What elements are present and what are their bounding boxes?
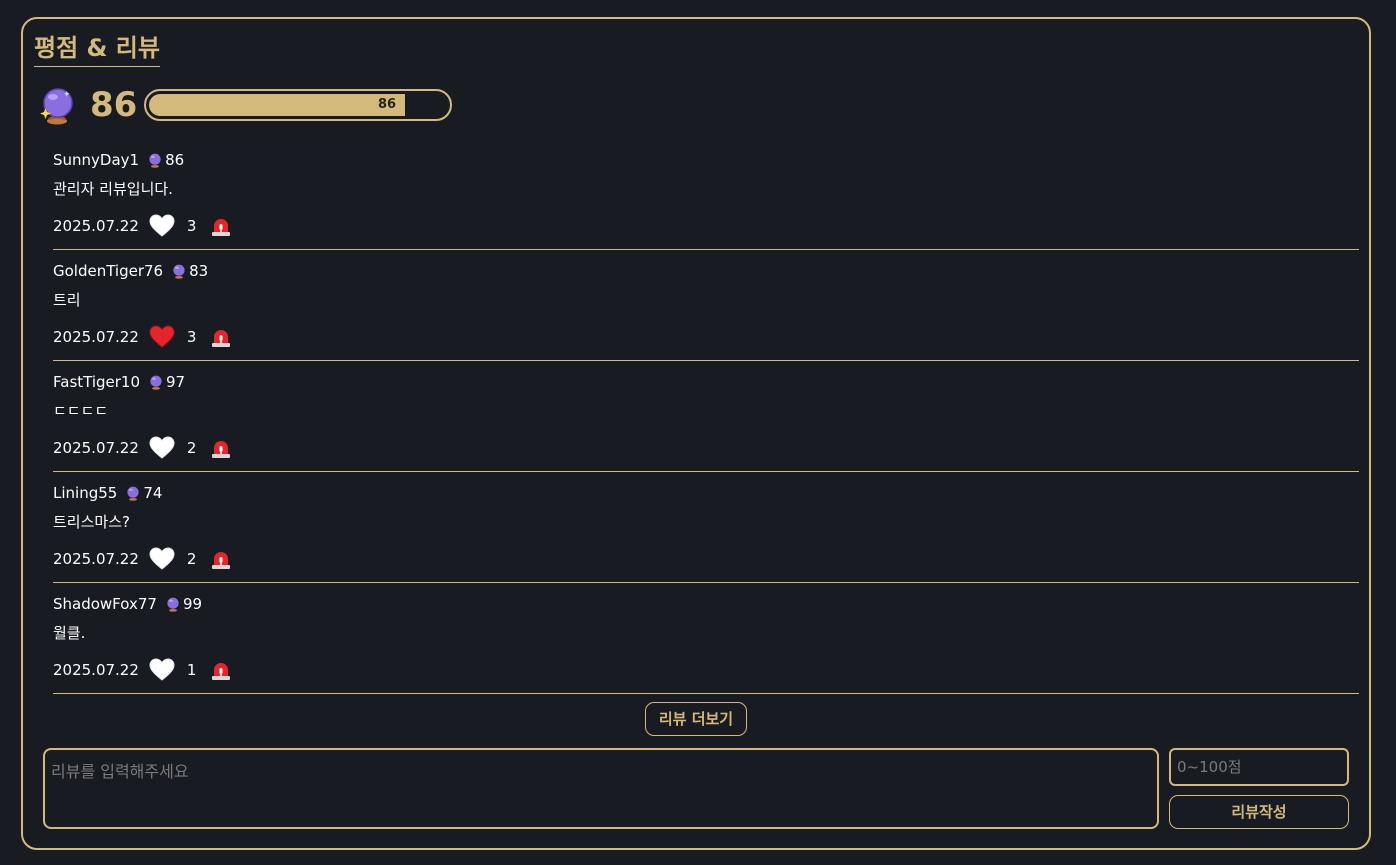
review-text: ㄷㄷㄷㄷ (53, 402, 109, 420)
review-username: Lining55 (53, 484, 118, 502)
review-username: FastTiger10 (53, 373, 141, 391)
like-count: 3 (186, 328, 197, 346)
review-footer: 2025.07.22 3 (53, 212, 232, 240)
score-input[interactable] (1169, 748, 1349, 786)
review-footer: 2025.07.22 2 (53, 434, 232, 462)
heart-icon[interactable] (149, 547, 175, 571)
like-count: 3 (186, 217, 197, 235)
like-count: 2 (186, 439, 197, 457)
crystal-ball-icon (150, 375, 162, 390)
review-score: 83 (189, 262, 209, 280)
report-siren-icon[interactable] (210, 437, 232, 459)
review-username: SunnyDay1 (53, 151, 140, 169)
review-list: SunnyDay1 86 관리자 리뷰입니다. 2025.07.22 3 Gol… (53, 139, 1359, 694)
score-progress-fill (149, 94, 405, 116)
report-siren-icon[interactable] (210, 215, 232, 237)
review-item: SunnyDay1 86 관리자 리뷰입니다. 2025.07.22 3 (53, 139, 1359, 250)
review-header: GoldenTiger76 83 (53, 259, 208, 283)
review-text: 관리자 리뷰입니다. (53, 180, 173, 198)
report-siren-icon[interactable] (210, 326, 232, 348)
crystal-ball-icon (173, 264, 185, 279)
review-score: 97 (166, 373, 186, 391)
review-username: ShadowFox77 (53, 595, 157, 613)
crystal-ball-icon (149, 153, 161, 168)
heart-icon[interactable] (149, 436, 175, 460)
review-header: Lining55 74 (53, 481, 162, 505)
review-date: 2025.07.22 (53, 439, 139, 457)
heart-icon[interactable] (149, 658, 175, 682)
review-score: 99 (182, 595, 203, 613)
review-item: FastTiger10 97 ㄷㄷㄷㄷ 2025.07.22 2 (53, 361, 1359, 472)
review-header: FastTiger10 97 (53, 370, 185, 394)
review-date: 2025.07.22 (53, 328, 139, 346)
review-text: 트리 (53, 291, 81, 309)
review-header: ShadowFox77 99 (53, 592, 202, 616)
review-footer: 2025.07.22 2 (53, 545, 232, 573)
crystal-ball-icon (40, 88, 73, 125)
review-item: Lining55 74 트리스마스? 2025.07.22 2 (53, 472, 1359, 583)
review-footer: 2025.07.22 3 (53, 323, 232, 351)
review-text: 월클. (53, 624, 86, 642)
review-item: ShadowFox77 99 월클. 2025.07.22 1 (53, 583, 1359, 694)
heart-icon[interactable] (149, 214, 175, 238)
score-progress-bar: 86 (144, 89, 452, 121)
review-footer: 2025.07.22 1 (53, 656, 232, 684)
report-siren-icon[interactable] (210, 659, 232, 681)
rating-review-panel: 평점 & 리뷰 86 86 SunnyDay1 86 관리자 리뷰입니다. 20… (21, 17, 1371, 850)
review-score: 86 (165, 151, 185, 169)
review-date: 2025.07.22 (53, 217, 139, 235)
review-text: 트리스마스? (53, 513, 130, 531)
crystal-ball-icon (127, 486, 139, 501)
crystal-ball-icon (167, 597, 179, 612)
heart-icon[interactable] (149, 325, 175, 349)
score-progress-label: 86 (378, 97, 397, 112)
average-score-row: 86 86 (37, 85, 467, 125)
like-count: 2 (186, 550, 197, 568)
review-score: 74 (143, 484, 163, 502)
load-more-reviews-button[interactable]: 리뷰 더보기 (645, 702, 747, 736)
section-title: 평점 & 리뷰 (34, 31, 160, 67)
report-siren-icon[interactable] (210, 548, 232, 570)
review-header: SunnyDay1 86 (53, 148, 184, 172)
review-date: 2025.07.22 (53, 550, 139, 568)
review-username: GoldenTiger76 (53, 262, 164, 280)
review-date: 2025.07.22 (53, 661, 139, 679)
submit-review-button[interactable]: 리뷰작성 (1169, 795, 1349, 829)
review-item: GoldenTiger76 83 트리 2025.07.22 3 (53, 250, 1359, 361)
like-count: 1 (186, 661, 197, 679)
review-text-input[interactable] (43, 748, 1159, 829)
average-score: 86 (90, 85, 138, 125)
